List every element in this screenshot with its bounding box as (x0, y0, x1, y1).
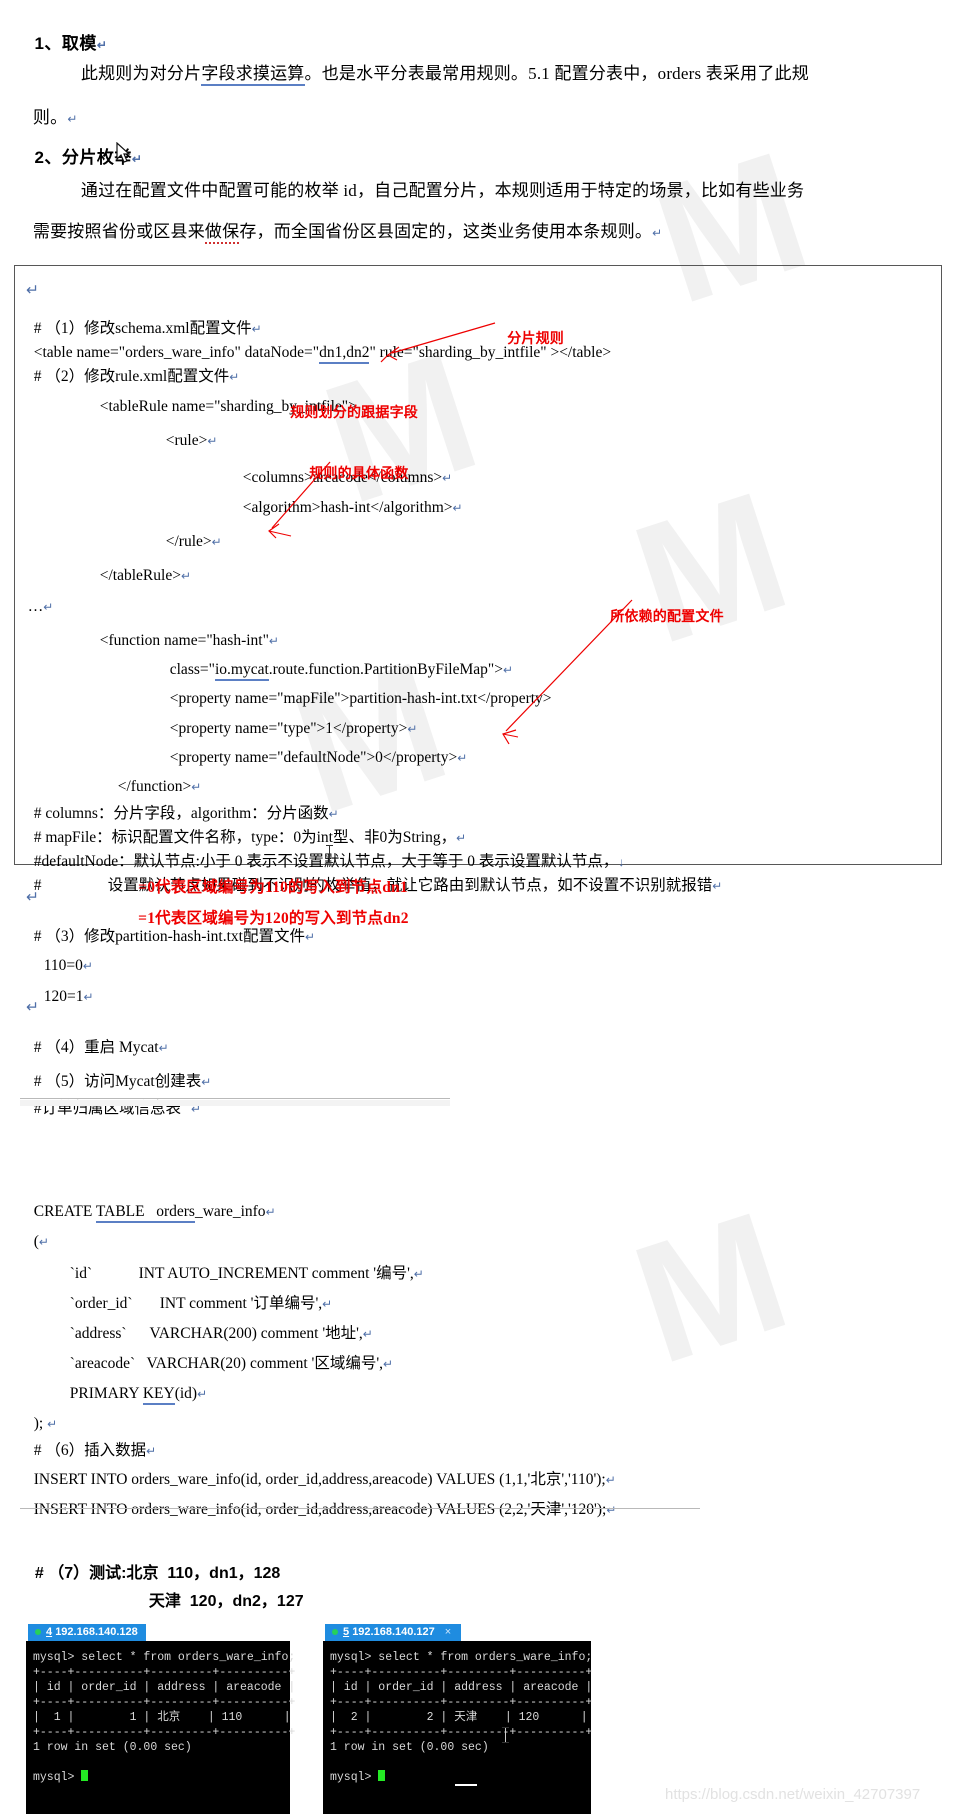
terminal-tab-1[interactable]: 5 192.168.140.127 × (325, 1624, 461, 1641)
code-line-rulexml-comment: # （2）修改rule.xml配置文件↵ (33, 367, 240, 385)
section-1-heading: 1、取模↵ (34, 34, 108, 53)
sql-separator-top (20, 1098, 450, 1099)
text-cursor-ibeam-2 (502, 1727, 509, 1743)
annotation-rule-function: 规则的具体函数 (309, 465, 409, 481)
sql-insert-header: # （6）插入数据↵ (33, 1441, 157, 1459)
terminal-line: +----+----------+---------+----------+ (330, 1696, 593, 1709)
sql-separator-bottom (20, 1508, 700, 1509)
status-dot-icon (332, 1629, 338, 1636)
sql-primary-key: PRIMARY KEY(id)↵ (62, 1370, 207, 1405)
terminal-tab-host: 192.168.140.128 (55, 1626, 138, 1638)
sql-band-bg (20, 1100, 450, 1106)
sql-column-order-id: `order_id` INT comment '订单编号',↵ (69, 1294, 333, 1312)
sql-create-table: CREATE TABLE orders_ware_info↵ (26, 1188, 276, 1223)
close-icon[interactable]: × (445, 1626, 451, 1638)
terminal-tab-host: 192.168.140.127 (352, 1626, 435, 1638)
sql-open-paren: (↵ (33, 1232, 49, 1250)
terminal-output-1: mysql> select * from orders_ware_info; +… (330, 1650, 592, 1785)
sql-insert-2: INSERT INTO orders_ware_info(id, order_i… (33, 1500, 617, 1518)
terminal-cursor (378, 1770, 386, 1781)
code-line-tablerule-close: </tableRule>↵ (99, 566, 191, 584)
section-2-paragraph-line-1: 通过在配置文件中配置可能的枚举 id，自己配置分片，本规则适用于特定的场景，比如… (80, 181, 805, 200)
code-line-class-attr: class="io.mycat.route.function.Partition… (162, 646, 513, 681)
csdn-watermark: https://blog.csdn.net/weixin_42707397 (665, 1786, 921, 1803)
sql-column-id: `id` INT AUTO_INCREMENT comment '编号',↵ (69, 1264, 424, 1282)
code-line-algorithm: <algorithm>hash-int</algorithm>↵ (242, 498, 463, 516)
terminal-line: mysql> select * from orders_ware_info; (330, 1651, 593, 1664)
sql-column-address: `address` VARCHAR(200) comment '地址',↵ (69, 1324, 373, 1342)
section-1-paragraph-line-1: 此规则为对分片字段求摸运算。也是水平分表最常用规则。5.1 配置分表中，orde… (72, 48, 809, 86)
annotation-sharding-rule: 分片规则 (507, 330, 564, 346)
annotation-rule-field: 规则划分的跟据字段 (290, 404, 418, 420)
code-line-prop-defaultnode: <property name="defaultNode">0</property… (169, 748, 468, 766)
terminal-prompt: mysql> (33, 1771, 82, 1784)
terminal-tab-0[interactable]: 4 192.168.140.128 (28, 1624, 146, 1641)
pilcrow-mark: ↵ (67, 112, 78, 126)
test-line-2: 天津 120，dn2，127 (148, 1593, 304, 1610)
terminal-line: 1 row in set (0.00 sec) (33, 1741, 192, 1754)
code-line-blank3: ↵ (26, 999, 39, 1016)
terminal-line: mysql> select * from orders_ware_info; (33, 1651, 296, 1664)
terminal-line: | 1 | 1 | 北京 | 110 | (33, 1711, 291, 1724)
pilcrow-mark: ↵ (652, 226, 663, 240)
code-line-120: 120=1↵ (43, 987, 94, 1005)
underlined-phrase-mod-operation: 字段求摸运算 (201, 64, 305, 86)
annotation-dependent-config: 所依赖的配置文件 (610, 608, 724, 624)
code-line-prop-mapfile: <property name="mapFile">partition-hash-… (169, 689, 552, 707)
underlined-key-keyword: KEY (142, 1384, 175, 1405)
terminal-line: | id | order_id | address | areacode | (33, 1681, 296, 1694)
section-2-paragraph-line-2: 需要按照省份或区县来做保存，而全国省份区县固定的，这类业务使用本条规则。↵ (24, 206, 663, 244)
terminal-line: | 2 | 2 | 天津 | 120 | (330, 1711, 588, 1724)
background-watermark-5: M (614, 1175, 808, 1401)
code-line-rule-open: <rule>↵ (165, 431, 218, 449)
annotation-note-120: =1代表区域编号为120的写入到节点dn2 (138, 910, 409, 927)
terminal-prompt: mysql> (330, 1771, 379, 1784)
section-1-paragraph-line-2: 则。↵ (32, 108, 78, 127)
status-dot-icon (35, 1629, 41, 1636)
terminal-line: +----+----------+---------+----------+ (330, 1726, 593, 1739)
sql-insert-1: INSERT INTO orders_ware_info(id, order_i… (33, 1470, 616, 1488)
code-line-blank2: ↵ (26, 889, 39, 906)
redwave-phrase: 做保 (204, 222, 240, 244)
terminal-line: +----+----------+---------+----------+ (33, 1666, 296, 1679)
terminal-line: +----+----------+---------+----------+ (33, 1696, 296, 1709)
code-line-function-open: <function name="hash-int"↵ (99, 631, 279, 649)
terminal-line: 1 row in set (0.00 sec) (330, 1741, 489, 1754)
code-line-prop-type: <property name="type">1</property>↵ (169, 719, 418, 737)
sql-column-areacode: `areacode` VARCHAR(20) comment '区域编号',↵ (69, 1354, 394, 1372)
mouse-pointer-icon (116, 142, 131, 163)
code-line-ellipsis: …↵ (27, 597, 54, 615)
underlined-datanodes: dn1,dn2 (319, 343, 370, 364)
terminal-cursor (81, 1770, 89, 1781)
terminal-output-0: mysql> select * from orders_ware_info; +… (33, 1650, 295, 1785)
code-line-rule-close: </rule>↵ (165, 532, 222, 550)
terminal-line: | id | order_id | address | areacode | (330, 1681, 593, 1694)
code-line-restart-mycat: # （4）重启 Mycat↵ (33, 1038, 169, 1056)
terminal-line: +----+----------+---------+----------+ (330, 1666, 593, 1679)
code-line-blank-pilcrow: ↵ (26, 282, 39, 299)
pilcrow-mark: ↵ (131, 152, 143, 166)
underlined-table-keyword: TABLE orders (95, 1202, 195, 1223)
terminal-line: +----+----------+---------+----------+ (33, 1726, 296, 1739)
terminal-artifact-underscore (455, 1784, 477, 1786)
code-line-110: 110=0↵ (43, 956, 93, 974)
